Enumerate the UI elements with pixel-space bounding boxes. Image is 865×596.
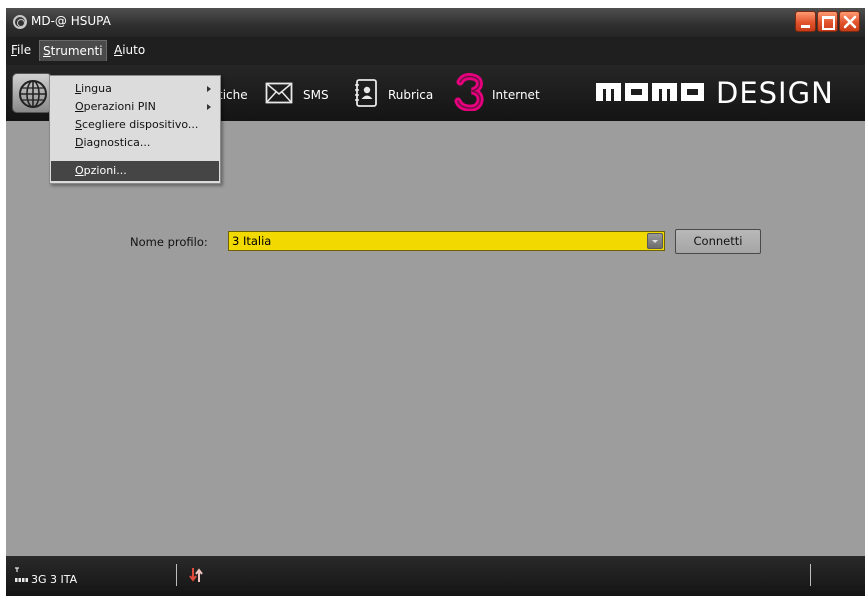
signal-strength-icon — [15, 567, 28, 582]
toolbar-sms[interactable]: SMS — [265, 79, 335, 107]
toolbar-internet[interactable]: Internet — [454, 73, 544, 111]
menu-item-lingua[interactable]: Lingua — [50, 80, 220, 98]
menu-aiuto[interactable]: Aiuto — [114, 43, 145, 57]
data-transfer-icon — [189, 568, 203, 582]
toolbar-internet-label: Internet — [492, 88, 540, 102]
main-content: Nome profilo: 3 Italia Connetti — [6, 121, 865, 556]
momo-logo — [596, 83, 704, 101]
menu-item-opzioni[interactable]: Opzioni... — [51, 161, 219, 181]
submenu-arrow-icon — [207, 104, 211, 110]
strumenti-menu: Lingua Operazioni PIN Scegliere disposit… — [49, 75, 221, 184]
status-divider — [176, 564, 177, 586]
status-bar: 3G 3 ITA — [6, 556, 865, 596]
menu-bar: File Strumenti Aiuto — [6, 37, 865, 65]
connection-button[interactable] — [12, 73, 52, 113]
brand-design-text: DESIGN — [716, 76, 834, 110]
profile-select-value: 3 Italia — [232, 234, 272, 248]
toolbar-statistiche-label: tiche — [218, 88, 248, 102]
status-divider — [810, 564, 811, 586]
chevron-down-icon[interactable] — [647, 233, 663, 249]
minimize-button[interactable] — [795, 11, 816, 32]
profile-name-label: Nome profilo: — [130, 235, 208, 249]
close-icon — [843, 15, 857, 29]
menu-file[interactable]: File — [11, 43, 31, 57]
close-button[interactable] — [839, 11, 860, 32]
menu-item-operazioni-pin[interactable]: Operazioni PIN — [50, 98, 220, 116]
submenu-arrow-icon — [207, 86, 211, 92]
globe-icon — [19, 80, 47, 108]
menu-item-scegliere-dispositivo[interactable]: Scegliere dispositivo... — [50, 116, 220, 134]
maximize-button[interactable] — [817, 11, 838, 32]
app-window: MD-@ HSUPA File Strumenti Aiuto tiche SM… — [6, 8, 865, 596]
app-icon — [13, 15, 27, 29]
network-status: 3G 3 ITA — [31, 573, 78, 586]
three-logo-icon — [454, 73, 484, 111]
window-title: MD-@ HSUPA — [31, 14, 111, 28]
connect-button[interactable]: Connetti — [675, 229, 761, 254]
title-bar[interactable]: MD-@ HSUPA — [6, 8, 865, 37]
toolbar-rubrica[interactable]: Rubrica — [354, 79, 434, 107]
menu-item-diagnostica[interactable]: Diagnostica... — [50, 134, 220, 152]
envelope-icon — [265, 82, 293, 104]
address-book-icon — [355, 79, 377, 107]
toolbar-sms-label: SMS — [303, 88, 329, 102]
toolbar-rubrica-label: Rubrica — [388, 88, 434, 102]
menu-strumenti[interactable]: Strumenti — [39, 40, 107, 61]
profile-select[interactable]: 3 Italia — [228, 231, 665, 251]
